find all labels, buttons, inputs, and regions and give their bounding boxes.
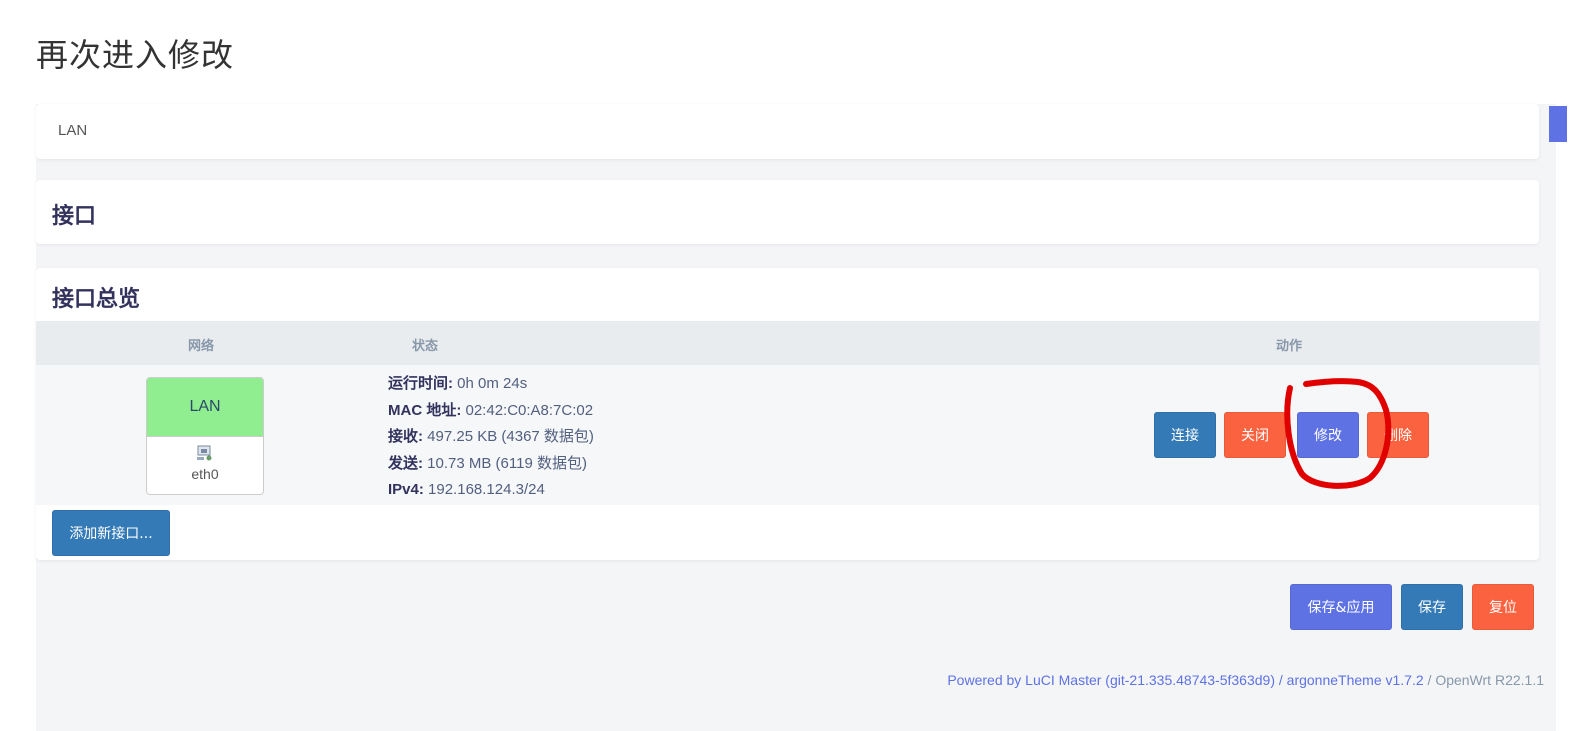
interface-section: 接口 <box>36 180 1539 244</box>
status-ipv4: IPv4: 192.168.124.3/24 <box>388 477 594 504</box>
page: 再次进入修改 LAN 接口 接口总览 网络 状态 动作 LAN eth0 运行时… <box>0 0 1593 731</box>
footer-separator-2: / <box>1423 672 1436 688</box>
add-interface-button[interactable]: 添加新接口... <box>52 510 170 556</box>
ethernet-port-icon <box>147 445 263 464</box>
tab-bar: LAN <box>36 104 1539 159</box>
tab-lan[interactable]: LAN <box>58 122 87 139</box>
rx-label: 接收: <box>388 428 423 445</box>
interface-badge[interactable]: LAN eth0 <box>146 377 264 495</box>
tx-value: 10.73 MB (6119 数据包) <box>427 454 587 472</box>
uptime-value: 0h 0m 24s <box>457 375 528 392</box>
column-header-network: 网络 <box>188 338 215 353</box>
overview-title: 接口总览 <box>52 287 141 312</box>
scrollbar-thumb[interactable] <box>1549 106 1567 142</box>
table-header: 网络 状态 动作 <box>36 321 1539 365</box>
save-button[interactable]: 保存 <box>1401 584 1463 630</box>
stop-button[interactable]: 关闭 <box>1224 412 1286 458</box>
ipv4-label: IPv4: <box>388 481 424 498</box>
edit-button[interactable]: 修改 <box>1297 412 1359 458</box>
tx-label: 发送: <box>388 454 423 472</box>
column-header-status: 状态 <box>412 338 439 353</box>
page-heading: 再次进入修改 <box>36 36 235 74</box>
delete-button[interactable]: 删除 <box>1367 412 1429 458</box>
interface-name: LAN <box>147 378 263 437</box>
ipv4-value: 192.168.124.3/24 <box>428 481 545 498</box>
status-mac: MAC 地址: 02:42:C0:A8:7C:02 <box>388 398 594 425</box>
status-uptime: 运行时间: 0h 0m 24s <box>388 371 594 398</box>
status-tx: 发送: 10.73 MB (6119 数据包) <box>388 451 594 478</box>
footer-powered-link[interactable]: Powered by LuCI Master (git-21.335.48743… <box>947 672 1275 688</box>
mac-value: 02:42:C0:A8:7C:02 <box>465 401 594 419</box>
rx-value: 497.25 KB (4367 数据包) <box>427 428 594 445</box>
uptime-label: 运行时间: <box>388 375 453 392</box>
connect-button[interactable]: 连接 <box>1154 412 1216 458</box>
footer-theme-link[interactable]: argonneTheme v1.7.2 <box>1287 672 1424 688</box>
mac-label: MAC 地址: <box>388 401 462 419</box>
column-header-actions: 动作 <box>1276 338 1303 353</box>
interface-status: 运行时间: 0h 0m 24s MAC 地址: 02:42:C0:A8:7C:0… <box>388 371 594 504</box>
footer: Powered by LuCI Master (git-21.335.48743… <box>947 672 1544 688</box>
table-row: LAN eth0 运行时间: 0h 0m 24s MAC 地址: 02:42:C… <box>36 365 1539 505</box>
status-rx: 接收: 497.25 KB (4367 数据包) <box>388 424 594 451</box>
interface-device: eth0 <box>191 466 219 482</box>
footer-os-version: OpenWrt R22.1.1 <box>1435 672 1544 688</box>
reset-button[interactable]: 复位 <box>1472 584 1534 630</box>
save-apply-button[interactable]: 保存&应用 <box>1290 584 1392 630</box>
interface-overview-section: 接口总览 网络 状态 动作 LAN eth0 运行时间: 0h 0m 24s M… <box>36 268 1539 560</box>
section-title: 接口 <box>52 204 97 229</box>
footer-separator: / <box>1274 672 1287 688</box>
